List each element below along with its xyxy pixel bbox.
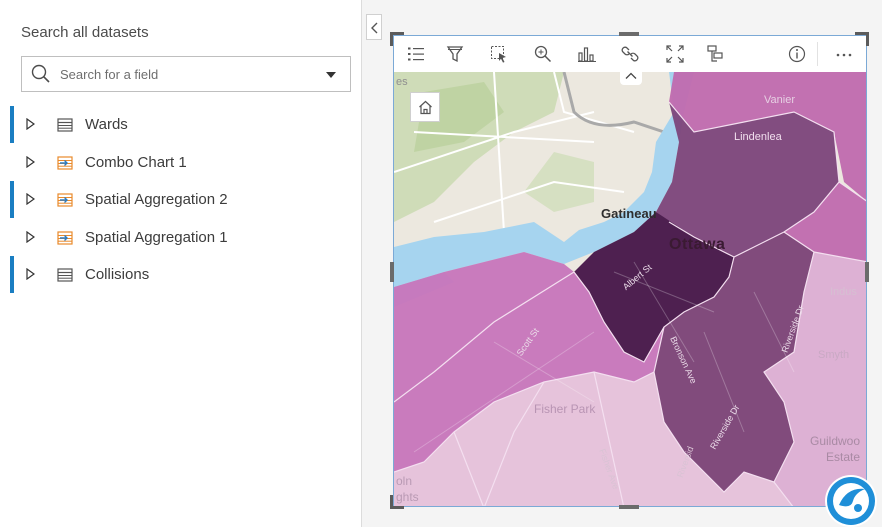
map-label-vanier: Vanier bbox=[764, 94, 795, 106]
data-pane-title: Search all datasets bbox=[21, 24, 149, 41]
expand-triangle-icon[interactable] bbox=[26, 155, 35, 168]
dataset-item-spatial-aggregation-2[interactable]: Spatial Aggregation 2 bbox=[0, 181, 362, 219]
map-label-es: es bbox=[396, 76, 408, 88]
data-pane: Search all datasets Wards Combo Chart 1 … bbox=[0, 0, 362, 527]
insights-logo-badge bbox=[825, 475, 877, 527]
default-extent-button[interactable] bbox=[410, 92, 440, 122]
dataset-label: Spatial Aggregation 1 bbox=[85, 228, 228, 246]
active-dataset-indicator bbox=[10, 181, 14, 218]
toolbar-divider bbox=[817, 42, 818, 66]
info-icon[interactable] bbox=[787, 44, 807, 64]
map-label-ottawa: Ottawa bbox=[669, 236, 726, 253]
resize-handle-top-right[interactable] bbox=[855, 32, 869, 46]
expand-triangle-icon[interactable] bbox=[26, 268, 35, 280]
map-label-smyth: Smyth bbox=[818, 349, 850, 361]
expand-triangle-icon[interactable] bbox=[26, 193, 35, 205]
map-view[interactable]: es Vanier Lindenlea Gatineau Ottawa Indu… bbox=[394, 72, 867, 507]
collapse-toolbar-button[interactable] bbox=[620, 72, 642, 85]
resize-handle-top-left[interactable] bbox=[390, 32, 404, 46]
map-label-gatineau: Gatineau bbox=[601, 206, 657, 221]
map-label-estates: Estate bbox=[826, 450, 861, 464]
field-search-box[interactable] bbox=[21, 56, 351, 92]
map-label-lincoln: oln bbox=[396, 474, 413, 488]
link-icon[interactable] bbox=[620, 44, 640, 64]
search-dropdown-caret-icon[interactable] bbox=[326, 72, 336, 78]
resize-handle-top[interactable] bbox=[619, 32, 639, 36]
dataset-label: Combo Chart 1 bbox=[85, 153, 187, 171]
home-icon bbox=[419, 100, 432, 115]
collapse-pane-button[interactable] bbox=[366, 14, 382, 40]
table-icon bbox=[57, 118, 73, 132]
dataset-label: Collisions bbox=[85, 266, 150, 283]
select-icon[interactable] bbox=[489, 44, 509, 64]
resize-handle-bottom-left[interactable] bbox=[390, 495, 404, 509]
chevron-left-icon bbox=[371, 22, 378, 34]
map-label-guildwood: Guildwoo bbox=[810, 434, 861, 448]
insights-logo-icon bbox=[827, 477, 875, 525]
table-icon bbox=[57, 268, 73, 282]
visualization-type-icon[interactable] bbox=[577, 44, 597, 64]
resize-handle-bottom[interactable] bbox=[619, 505, 639, 509]
active-dataset-indicator bbox=[10, 256, 14, 293]
dataset-label: Wards bbox=[85, 116, 128, 133]
card-toolbar bbox=[394, 36, 866, 72]
resize-handle-right[interactable] bbox=[865, 262, 869, 282]
dataset-list: Wards Combo Chart 1 Spatial Aggregation … bbox=[0, 106, 362, 294]
map-card[interactable]: es Vanier Lindenlea Gatineau Ottawa Indu… bbox=[393, 35, 867, 507]
dataset-item-spatial-aggregation-1[interactable]: Spatial Aggregation 1 bbox=[0, 219, 362, 257]
result-dataset-icon bbox=[57, 230, 73, 245]
more-options-icon[interactable] bbox=[834, 44, 854, 64]
layer-options-icon[interactable] bbox=[705, 44, 725, 64]
fit-extent-icon[interactable] bbox=[665, 44, 685, 64]
filter-icon[interactable] bbox=[445, 44, 465, 64]
dataset-item-combo-chart-1[interactable]: Combo Chart 1 bbox=[0, 144, 362, 182]
dataset-item-collisions[interactable]: Collisions bbox=[0, 256, 362, 294]
result-dataset-icon bbox=[57, 193, 73, 207]
chevron-up-icon bbox=[625, 72, 637, 79]
legend-icon[interactable] bbox=[406, 44, 426, 64]
search-icon bbox=[31, 64, 50, 83]
resize-handle-left[interactable] bbox=[390, 262, 394, 282]
map-label-lindenlea: Lindenlea bbox=[734, 131, 782, 143]
zoom-icon[interactable] bbox=[533, 44, 553, 64]
map-label-fisher-park: Fisher Park bbox=[534, 402, 596, 416]
dataset-item-wards[interactable]: Wards bbox=[0, 106, 362, 144]
expand-triangle-icon[interactable] bbox=[26, 230, 35, 243]
field-search-input[interactable] bbox=[60, 65, 310, 83]
choropleth-map[interactable] bbox=[394, 72, 867, 507]
result-dataset-icon bbox=[57, 155, 73, 170]
dataset-label: Spatial Aggregation 2 bbox=[85, 191, 228, 208]
map-label-indus: Indus bbox=[830, 286, 857, 298]
expand-triangle-icon[interactable] bbox=[26, 118, 35, 130]
active-dataset-indicator bbox=[10, 106, 14, 143]
